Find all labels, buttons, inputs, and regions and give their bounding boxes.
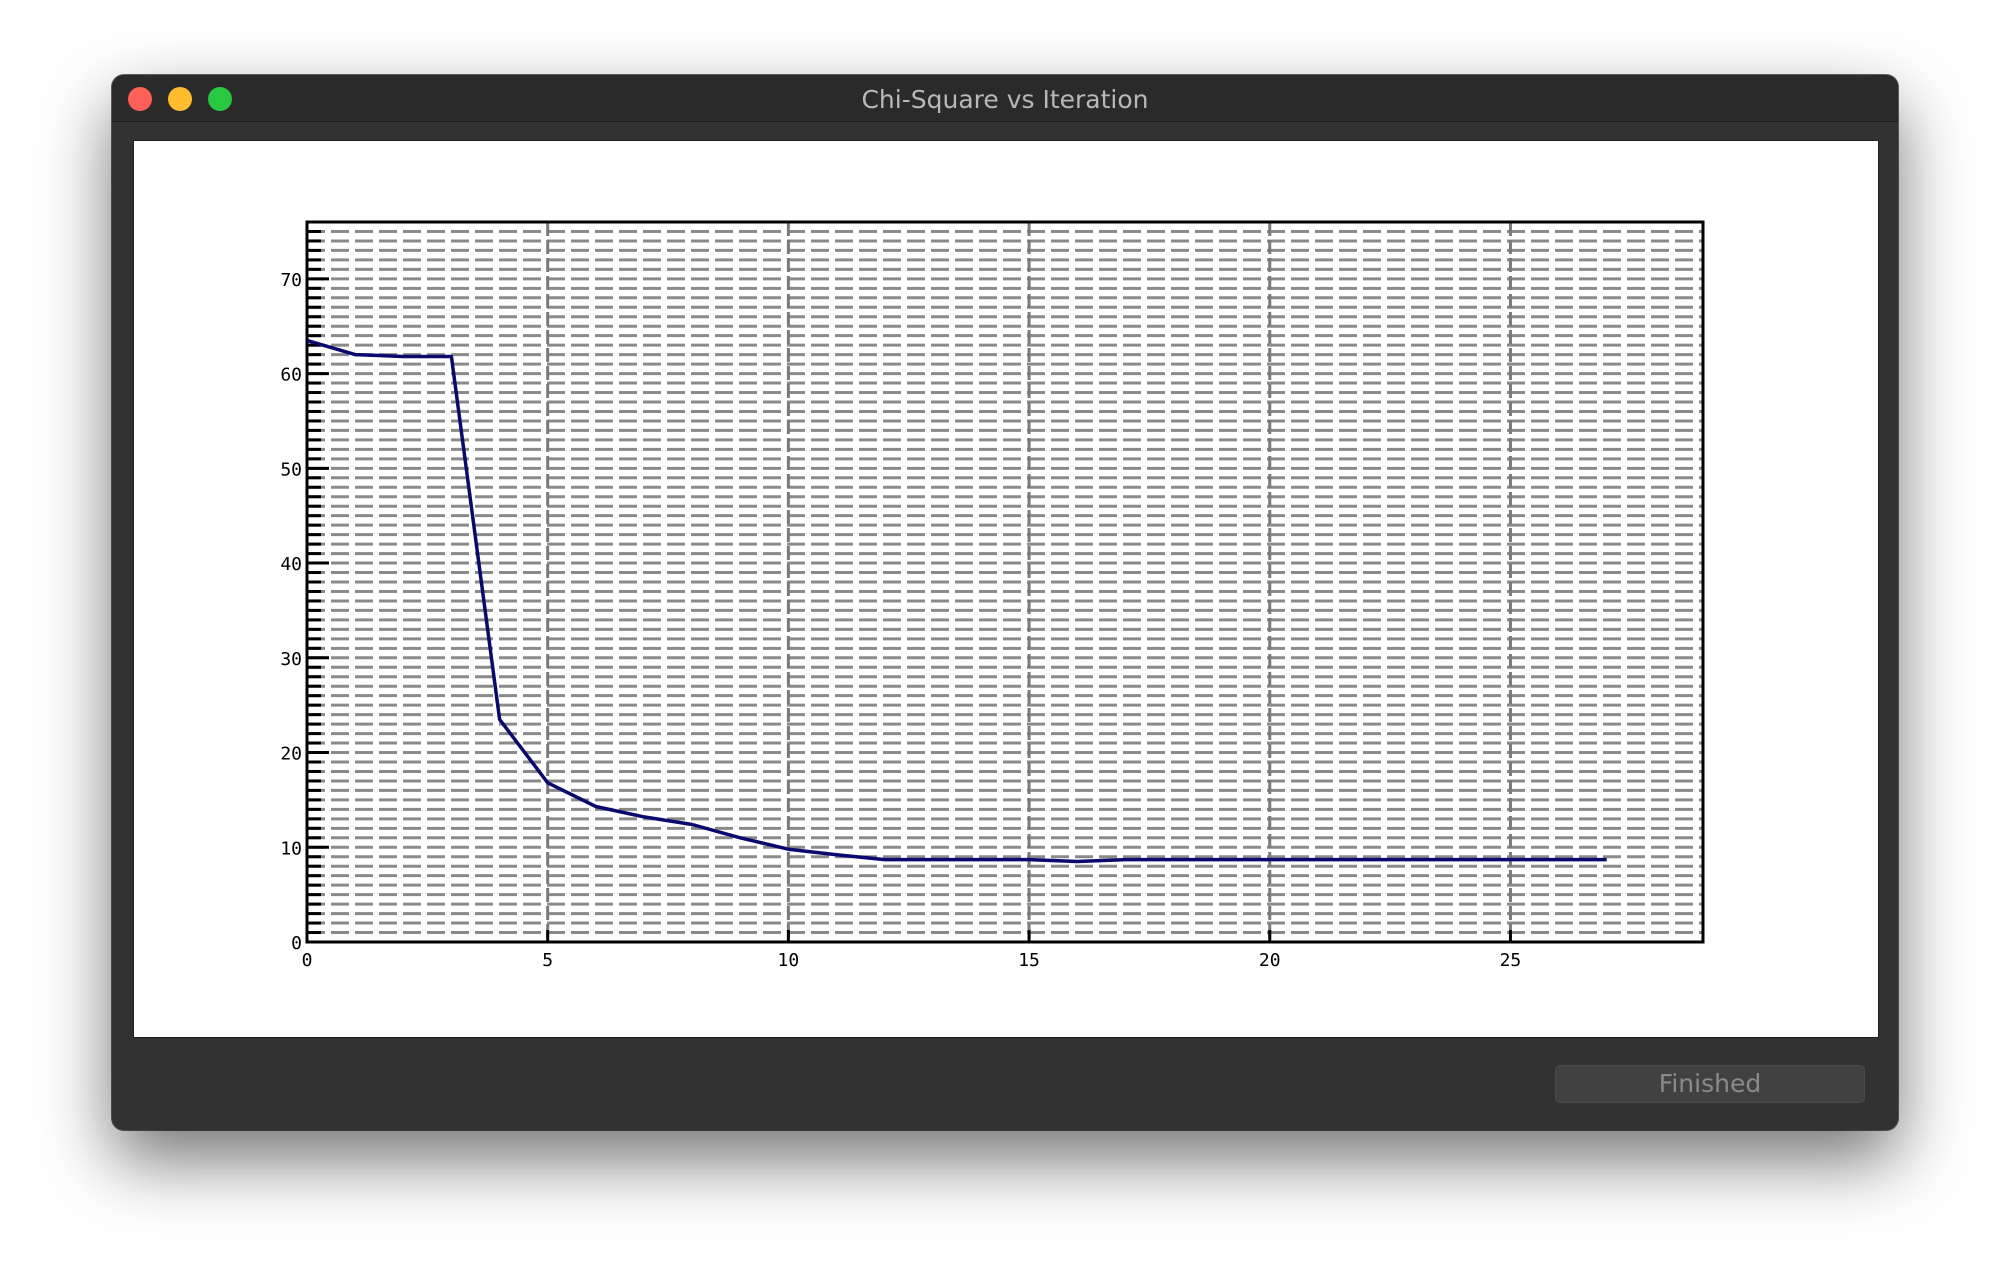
x-tick-label: 20	[1259, 950, 1281, 971]
y-tick-label: 20	[280, 744, 302, 765]
y-tick-label: 60	[280, 365, 302, 386]
plot-area: 0 10 20 30 40 50 60 70 0 5 10 15 20 25	[133, 140, 1879, 1038]
window-title: Chi-Square vs Iteration	[861, 85, 1149, 114]
y-tick-label: 10	[280, 838, 302, 859]
y-tick-label: 30	[280, 649, 302, 670]
y-tick-label: 70	[280, 270, 302, 291]
finished-button[interactable]: Finished	[1555, 1065, 1865, 1103]
x-tick-label: 5	[542, 950, 553, 971]
axis-ticks	[307, 229, 1512, 942]
x-tick-label: 10	[778, 950, 800, 971]
title-bar[interactable]: Chi-Square vs Iteration	[112, 75, 1898, 122]
y-tick-label: 0	[291, 933, 302, 954]
x-tick-label: 0	[302, 950, 313, 971]
plot-window: Chi-Square vs Iteration 0 10 20 30 40 50 60 70 0…	[112, 75, 1898, 1130]
y-tick-label: 50	[280, 459, 302, 480]
minor-gridlines	[307, 229, 1703, 935]
chi-square-chart: 0 10 20 30 40 50 60 70 0 5 10 15 20 25	[280, 220, 1705, 971]
y-tick-label: 40	[280, 554, 302, 575]
x-tick-label: 25	[1500, 950, 1522, 971]
x-tick-label: 15	[1018, 950, 1040, 971]
